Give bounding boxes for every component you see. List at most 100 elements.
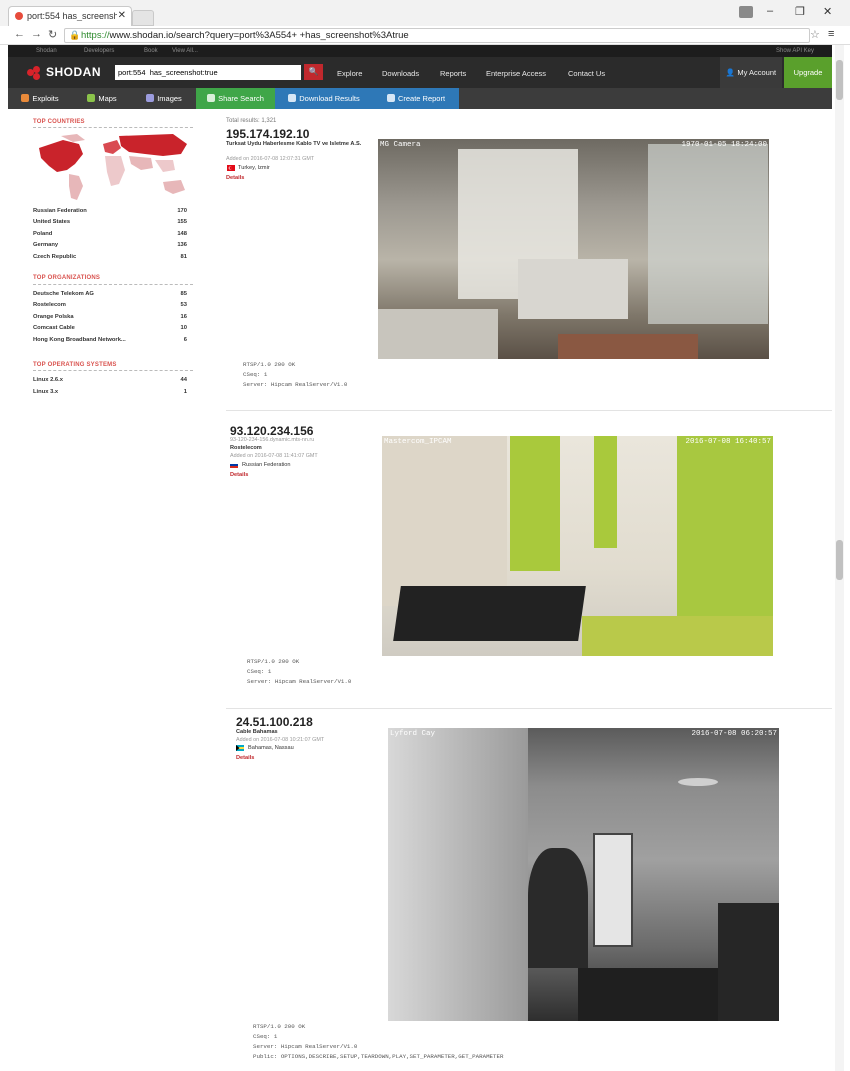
shodan-logo-icon[interactable] (27, 66, 41, 80)
toplink-book[interactable]: Book (144, 48, 158, 54)
org-row[interactable]: Deutsche Telekom AG 85 (33, 291, 187, 297)
images-button[interactable]: Images (132, 88, 196, 109)
browser-menu-icon[interactable]: ≡ (828, 28, 834, 40)
my-account-label: My Account (737, 68, 777, 77)
create-report-label: Create Report (397, 94, 446, 103)
download-results-button[interactable]: Download Results (275, 88, 373, 109)
lock-icon: 🔒 (69, 30, 81, 40)
country-name: Germany (33, 242, 59, 248)
nav-enterprise-access[interactable]: Enterprise Access (486, 69, 546, 78)
browser-tab[interactable]: port:554 has_screenshot:t ✕ (8, 6, 132, 27)
org-row[interactable]: Rostelecom 53 (33, 302, 187, 308)
os-count: 44 (180, 377, 187, 383)
close-window-icon[interactable]: ✕ (823, 5, 832, 18)
country-row[interactable]: Germany 136 (33, 242, 187, 248)
world-map[interactable] (33, 130, 191, 206)
maps-icon (87, 94, 96, 102)
result-location: Bahamas, Nassau (248, 745, 294, 751)
toplink-view-all[interactable]: View All... (172, 48, 198, 54)
search-toolbar: Exploits Maps Images Share Search Downlo… (8, 88, 832, 109)
camera-screenshot[interactable]: Lyford Cay 2016-07-08 06:20:57 (388, 728, 779, 1021)
download-results-label: Download Results (299, 94, 360, 103)
country-row[interactable]: Poland 148 (33, 231, 187, 237)
result-separator (226, 708, 832, 709)
result-org[interactable]: Rostelecom (230, 445, 375, 452)
divider (33, 284, 193, 285)
result-separator (226, 410, 832, 411)
country-row[interactable]: Czech Republic 81 (33, 254, 187, 260)
org-row[interactable]: Orange Polska 16 (33, 314, 187, 320)
result-location: Russian Federation (242, 462, 291, 468)
nav-explore[interactable]: Explore (337, 69, 362, 78)
exploits-label: Exploits (32, 94, 59, 103)
exploits-button[interactable]: Exploits (8, 88, 72, 109)
camera-screenshot[interactable]: MG Camera 1970-01-05 18:24:00 (378, 139, 769, 359)
bookmark-star-icon[interactable]: ☆ (810, 28, 820, 41)
os-row[interactable]: Linux 2.6.x 44 (33, 377, 187, 383)
country-count: 170 (177, 208, 187, 214)
tag-icon (207, 94, 216, 102)
show-api-key-link[interactable]: Show API Key (776, 48, 814, 54)
result-details-link[interactable]: Details (230, 472, 248, 478)
total-results: Total results: 1,321 (226, 118, 277, 124)
my-account-button[interactable]: 👤 My Account (720, 57, 782, 88)
share-search-button[interactable]: Share Search (196, 88, 275, 109)
org-count: 85 (180, 291, 187, 297)
result-added: Added on 2016-07-08 12:07:31 GMT (226, 156, 315, 162)
create-report-button[interactable]: Create Report (373, 88, 459, 109)
result-ip[interactable]: 195.174.192.10 (226, 127, 309, 141)
forward-icon[interactable]: → (31, 28, 42, 40)
shodan-logo-text[interactable]: SHODAN (46, 65, 101, 79)
toplink-shodan[interactable]: Shodan (36, 48, 57, 54)
profile-icon[interactable] (739, 6, 753, 18)
reload-icon[interactable]: ↻ (48, 28, 57, 41)
result-ip[interactable]: 93.120.234.156 (230, 424, 313, 438)
country-row[interactable]: Russian Federation 170 (33, 208, 187, 214)
upgrade-button[interactable]: Upgrade (784, 57, 832, 88)
nav-contact-us[interactable]: Contact Us (568, 69, 605, 78)
search-input[interactable] (115, 65, 301, 80)
camera-overlay-timestamp: 2016-07-08 06:20:57 (691, 730, 777, 738)
maps-button[interactable]: Maps (72, 88, 132, 109)
country-name: Poland (33, 231, 53, 237)
scrollbar-thumb[interactable] (836, 540, 843, 580)
url-field[interactable]: 🔒 https://www.shodan.io/search?query=por… (64, 28, 810, 43)
country-name: United States (33, 219, 71, 225)
camera-screenshot[interactable]: Mastercom_IPCAM 2016-07-08 16:40:57 (382, 436, 773, 656)
search-button[interactable]: 🔍 (304, 64, 323, 80)
result-details-link[interactable]: Details (226, 175, 244, 181)
org-name: Deutsche Telekom AG (33, 291, 94, 297)
download-icon (288, 94, 297, 102)
os-name: Linux 2.6.x (33, 377, 63, 383)
restore-icon[interactable]: ❐ (795, 5, 805, 18)
back-icon[interactable]: ← (14, 28, 25, 40)
turkey-flag-icon (227, 165, 235, 171)
result-details-link[interactable]: Details (236, 755, 254, 761)
close-tab-icon[interactable]: ✕ (118, 10, 126, 21)
result-org[interactable]: Turksat Uydu Haberlesme Kablo TV ve Isle… (226, 141, 371, 148)
org-name: Rostelecom (33, 302, 66, 308)
result-banner: RTSP/1.0 200 OK CSeq: 1 Server: Hipcam R… (253, 1023, 504, 1060)
new-tab-button[interactable] (132, 10, 154, 26)
address-bar-row: ← → ↻ 🔒 https://www.shodan.io/search?que… (0, 26, 850, 45)
main-navbar: SHODAN 🔍 Explore Downloads Reports Enter… (8, 57, 832, 88)
top-os-heading: TOP OPERATING SYSTEMS (33, 362, 117, 368)
images-icon (146, 94, 155, 102)
org-row[interactable]: Hong Kong Broadband Network... 6 (33, 337, 187, 343)
images-label: Images (157, 94, 182, 103)
country-count: 81 (180, 254, 187, 260)
result-ip[interactable]: 24.51.100.218 (236, 715, 313, 729)
country-row[interactable]: United States 155 (33, 219, 187, 225)
nav-downloads[interactable]: Downloads (382, 69, 419, 78)
os-row[interactable]: Linux 3.x 1 (33, 389, 187, 395)
os-count: 1 (183, 389, 187, 395)
user-icon: 👤 (725, 68, 736, 77)
toplink-developers[interactable]: Developers (84, 48, 114, 54)
nav-reports[interactable]: Reports (440, 69, 466, 78)
scrollbar-thumb[interactable] (836, 60, 843, 100)
result-added: Added on 2016-07-08 10:21:07 GMT (236, 737, 325, 743)
minimize-icon[interactable]: – (767, 5, 773, 17)
org-row[interactable]: Comcast Cable 10 (33, 325, 187, 331)
org-count: 10 (180, 325, 187, 331)
result-org[interactable]: Cable Bahamas (236, 729, 381, 736)
